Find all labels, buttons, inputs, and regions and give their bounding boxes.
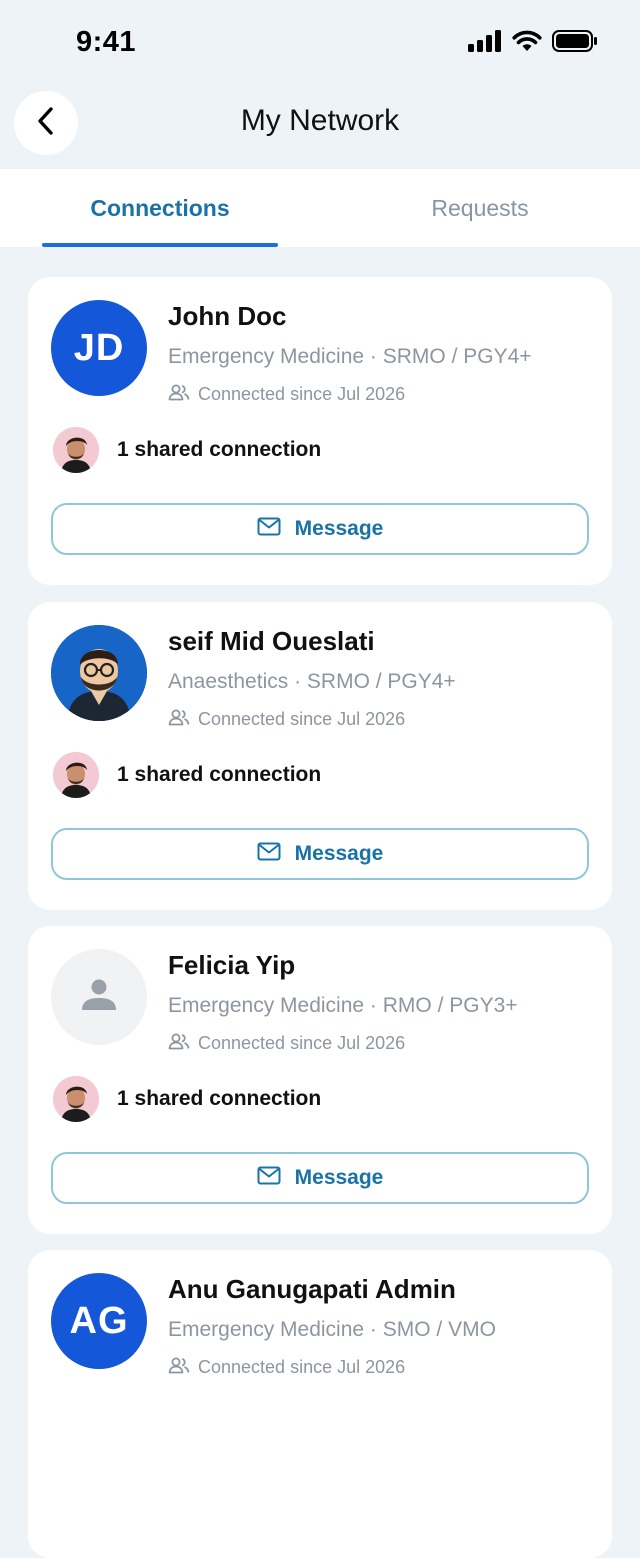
connected-since-text: Connected since Jul 2026: [198, 1033, 406, 1053]
shared-connection-text: 1 shared connection: [117, 438, 322, 461]
connection-specialty: Anaesthetics · SRMO / PGY4+: [168, 670, 456, 693]
avatar[interactable]: [51, 949, 147, 1045]
page-title: My Network: [240, 104, 400, 137]
connection-name[interactable]: Felicia Yip: [168, 950, 295, 981]
connection-name[interactable]: seif Mid Oueslati: [168, 626, 375, 657]
connection-specialty: Emergency Medicine · RMO / PGY3+: [168, 994, 518, 1017]
mail-icon: [257, 1166, 281, 1191]
avatar[interactable]: [51, 625, 147, 721]
connection-name[interactable]: John Doc: [168, 301, 286, 332]
connection-name[interactable]: Anu Ganugapati Admin: [168, 1274, 456, 1305]
connection-card: seif Mid Oueslati Anaesthetics · SRMO / …: [28, 602, 612, 910]
users-icon: [168, 708, 190, 731]
message-button[interactable]: Message: [51, 503, 589, 555]
message-button[interactable]: Message: [51, 1152, 589, 1204]
tab-connections[interactable]: Connections: [0, 169, 320, 247]
active-tab-indicator: [42, 243, 278, 247]
status-bar: 9:41: [0, 0, 640, 86]
signal-icon: [468, 30, 502, 57]
avatar[interactable]: JD: [51, 300, 147, 396]
connected-since-text: Connected since Jul 2026: [198, 384, 406, 404]
user-placeholder-icon: [79, 975, 119, 1020]
users-icon: [168, 1032, 190, 1055]
connection-card: AG Anu Ganugapati Admin Emergency Medici…: [28, 1250, 612, 1558]
status-time: 9:41: [76, 26, 137, 58]
connected-since-text: Connected since Jul 2026: [198, 709, 406, 729]
users-icon: [168, 383, 190, 406]
shared-connections[interactable]: 1 shared connection: [53, 1076, 321, 1122]
shared-connection-text: 1 shared connection: [117, 1087, 322, 1110]
shared-connection-avatar: [53, 1076, 99, 1122]
shared-connection-avatar: [53, 752, 99, 798]
status-icons: [468, 30, 598, 57]
connection-card: Felicia Yip Emergency Medicine · RMO / P…: [28, 926, 612, 1234]
tab-bar: Connections Requests: [0, 169, 640, 247]
shared-connections[interactable]: 1 shared connection: [53, 752, 321, 798]
message-button-label: Message: [294, 517, 384, 540]
header: My Network: [0, 86, 640, 168]
connection-card: JD John Doc Emergency Medicine · SRMO / …: [28, 277, 612, 585]
wifi-icon: [512, 30, 542, 57]
connected-since: Connected since Jul 2026: [168, 1356, 405, 1379]
connected-since-text: Connected since Jul 2026: [198, 1357, 406, 1377]
battery-icon: [552, 30, 598, 57]
message-button-label: Message: [294, 1166, 384, 1189]
message-button-label: Message: [294, 842, 384, 865]
tab-requests[interactable]: Requests: [320, 169, 640, 247]
message-button[interactable]: Message: [51, 828, 589, 880]
shared-connections[interactable]: 1 shared connection: [53, 427, 321, 473]
connected-since: Connected since Jul 2026: [168, 708, 405, 731]
avatar[interactable]: AG: [51, 1273, 147, 1369]
connected-since: Connected since Jul 2026: [168, 1032, 405, 1055]
connection-specialty: Emergency Medicine · SMO / VMO: [168, 1318, 496, 1341]
connected-since: Connected since Jul 2026: [168, 383, 405, 406]
shared-connection-text: 1 shared connection: [117, 763, 322, 786]
mail-icon: [257, 517, 281, 542]
mail-icon: [257, 842, 281, 867]
connection-specialty: Emergency Medicine · SRMO / PGY4+: [168, 345, 532, 368]
users-icon: [168, 1356, 190, 1379]
shared-connection-avatar: [53, 427, 99, 473]
